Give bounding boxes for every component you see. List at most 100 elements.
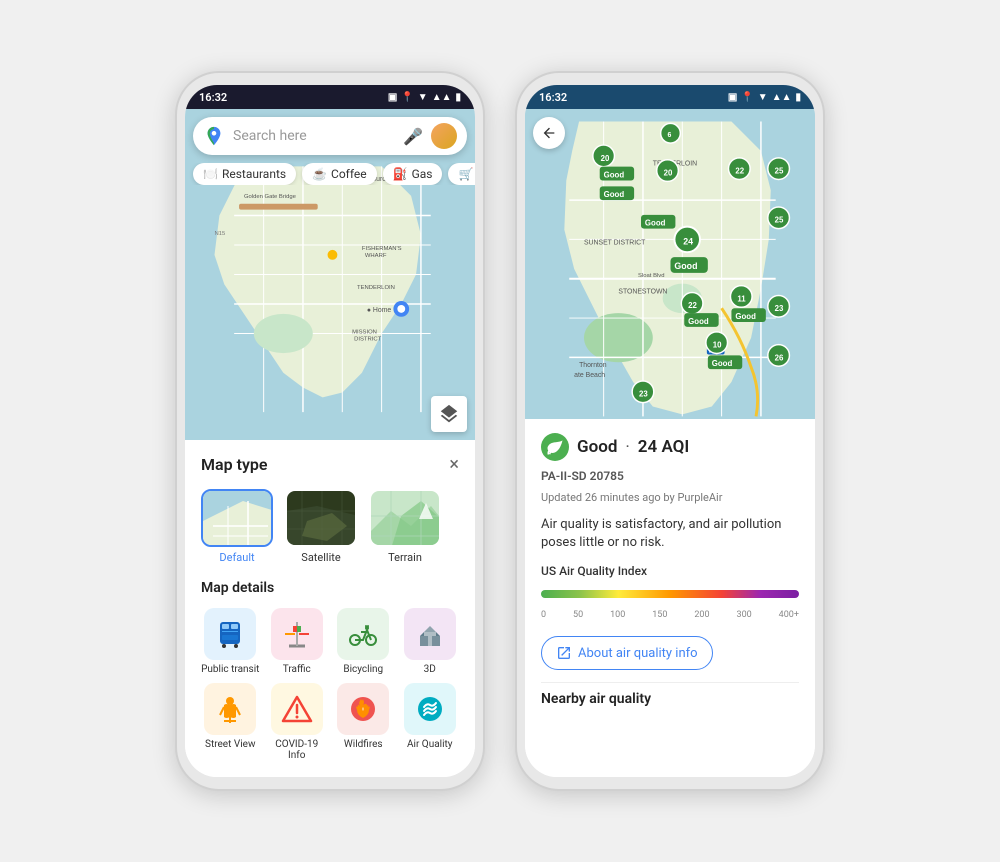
leaf-icon xyxy=(546,438,564,456)
map-type-terrain[interactable]: Terrain xyxy=(369,489,441,564)
close-button[interactable]: × xyxy=(449,454,459,475)
terrain-thumb-svg xyxy=(371,491,441,547)
aqi-header: Good · 24 AQI xyxy=(541,433,799,461)
detail-traffic-label: Traffic xyxy=(283,664,311,675)
detail-covid[interactable]: COVID-19 Info xyxy=(268,683,327,761)
external-link-icon xyxy=(556,645,572,661)
svg-text:Good: Good xyxy=(645,219,666,228)
volume-up-button[interactable] xyxy=(483,203,485,239)
search-placeholder[interactable]: Search here xyxy=(233,128,395,144)
traffic-icon xyxy=(281,618,313,650)
battery-icon: ▮ xyxy=(455,92,461,103)
map-type-default-label: Default xyxy=(219,551,254,564)
3d-icon-wrap xyxy=(404,608,456,660)
status-icons: ▣ 📍 ▼ ▲▲ ▮ xyxy=(388,92,461,103)
phone2-battery-icon: ▮ xyxy=(795,92,801,103)
detail-bicycling[interactable]: Bicycling xyxy=(334,608,393,675)
grocer-icon: 🛒 xyxy=(458,167,473,181)
map-type-satellite-label: Satellite xyxy=(301,551,340,564)
svg-text:FISHERMAN'S: FISHERMAN'S xyxy=(362,246,402,252)
svg-text:22: 22 xyxy=(688,301,697,310)
detail-traffic[interactable]: Traffic xyxy=(268,608,327,675)
transit-icon-wrap xyxy=(204,608,256,660)
detail-street-view[interactable]: Street View xyxy=(201,683,260,761)
chip-gas[interactable]: ⛽ Gas xyxy=(383,163,443,185)
phone2-map-view[interactable]: TENDERLOIN SUNSET DISTRICT STONESTOWN Th… xyxy=(525,109,815,419)
map-type-sheet: Map type × xyxy=(185,440,475,777)
aqi-description: Air quality is satisfactory, and air pol… xyxy=(541,516,799,552)
svg-text:WHARF: WHARF xyxy=(365,253,387,259)
svg-text:TENDERLOIN: TENDERLOIN xyxy=(357,285,395,291)
aqi-station-id: PA-II-SD 20785 xyxy=(541,469,799,483)
phone2-sim-icon: ▣ xyxy=(728,92,737,103)
svg-text:N15: N15 xyxy=(214,231,226,237)
aqi-quality-value: Good · 24 AQI xyxy=(577,437,689,457)
svg-text:STONESTOWN: STONESTOWN xyxy=(618,288,667,295)
aqi-bar-ticks: 0 50 100 150 200 300 400+ xyxy=(541,610,799,620)
chip-coffee[interactable]: ☕ Coffee xyxy=(302,163,377,185)
svg-text:MISSION: MISSION xyxy=(352,329,377,335)
phone2-power-button[interactable] xyxy=(515,233,517,283)
traffic-icon-wrap xyxy=(271,608,323,660)
map-view[interactable]: Golden Gate Bridge FISHERMAN'S WHARF TEN… xyxy=(185,109,475,440)
map-svg: Golden Gate Bridge FISHERMAN'S WHARF TEN… xyxy=(185,109,475,440)
map-type-terrain-thumb[interactable] xyxy=(369,489,441,547)
sim-icon: ▣ xyxy=(388,92,397,103)
volume-down-button[interactable] xyxy=(483,248,485,284)
power-button[interactable] xyxy=(175,233,177,283)
svg-text:Good: Good xyxy=(735,312,756,321)
map-type-satellite-thumb[interactable] xyxy=(285,489,357,547)
microphone-icon[interactable]: 🎤 xyxy=(403,127,423,146)
svg-text:Thornton: Thornton xyxy=(579,362,607,369)
map-type-default[interactable]: Default xyxy=(201,489,273,564)
svg-text:10: 10 xyxy=(713,341,722,350)
detail-3d[interactable]: 3D xyxy=(401,608,460,675)
coffee-icon: ☕ xyxy=(312,167,327,181)
back-button[interactable] xyxy=(533,117,565,149)
detail-wildfires[interactable]: Wildfires xyxy=(334,683,393,761)
phone2-status-icons: ▣ 📍 ▼ ▲▲ ▮ xyxy=(728,92,801,103)
chip-restaurants[interactable]: 🍽️ Restaurants xyxy=(193,163,296,185)
3d-icon xyxy=(414,618,446,650)
transit-icon xyxy=(214,618,246,650)
sheet-header: Map type × xyxy=(201,454,459,475)
streetview-icon xyxy=(214,693,246,725)
phone2-volume-up-button[interactable] xyxy=(823,203,825,239)
wildfire-icon-wrap xyxy=(337,683,389,735)
wildfire-icon xyxy=(347,693,379,725)
map-type-satellite[interactable]: Satellite xyxy=(285,489,357,564)
nearby-air-quality-label: Nearby air quality xyxy=(541,682,799,707)
detail-transit-label: Public transit xyxy=(201,664,259,675)
svg-text:Good: Good xyxy=(688,317,709,326)
signal-icon: ▲▲ xyxy=(432,92,452,103)
phone2-status-bar: 16:32 ▣ 📍 ▼ ▲▲ ▮ xyxy=(525,85,815,109)
detail-air-quality[interactable]: Air Quality xyxy=(401,683,460,761)
svg-text:20: 20 xyxy=(601,154,610,163)
details-section-title: Map details xyxy=(201,580,459,596)
aqi-info-btn-label: About air quality info xyxy=(578,646,698,661)
search-bar[interactable]: Search here 🎤 xyxy=(193,117,467,155)
svg-text:Good: Good xyxy=(674,261,697,271)
svg-text:23: 23 xyxy=(639,390,648,399)
phone2-signal-icon: ▲▲ xyxy=(772,92,792,103)
maps-logo xyxy=(203,125,225,147)
aqi-dot: · xyxy=(625,437,629,457)
map-type-terrain-label: Terrain xyxy=(388,551,422,564)
aqi-gradient-bar xyxy=(541,590,799,598)
detail-transit[interactable]: Public transit xyxy=(201,608,260,675)
status-time: 16:32 xyxy=(199,91,227,104)
aqi-good-icon xyxy=(541,433,569,461)
phone2-wifi-icon: ▼ xyxy=(758,92,768,103)
layers-button[interactable] xyxy=(431,396,467,432)
default-thumb-svg xyxy=(203,491,273,547)
status-bar: 16:32 ▣ 📍 ▼ ▲▲ ▮ xyxy=(185,85,475,109)
phone2-volume-down-button[interactable] xyxy=(823,248,825,284)
gas-icon: ⛽ xyxy=(393,167,408,181)
user-avatar[interactable] xyxy=(431,123,457,149)
aqi-updated: Updated 26 minutes ago by PurpleAir xyxy=(541,491,799,504)
svg-text:24: 24 xyxy=(683,236,693,246)
chip-grocer[interactable]: 🛒 Grocer xyxy=(448,163,475,185)
map-type-default-thumb[interactable] xyxy=(201,489,273,547)
map-type-grid: Default xyxy=(201,489,459,564)
aqi-info-button[interactable]: About air quality info xyxy=(541,636,713,670)
